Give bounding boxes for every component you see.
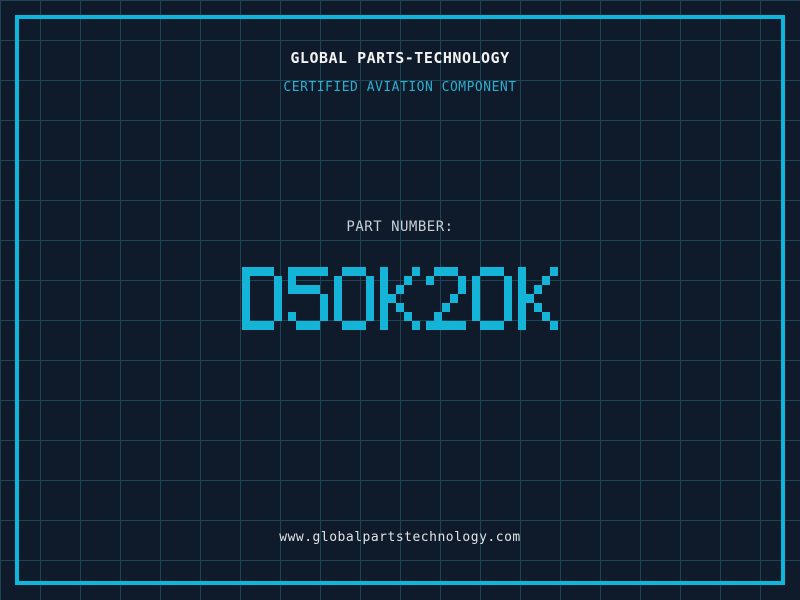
part-number-char	[242, 267, 282, 330]
part-number-label: PART NUMBER:	[346, 219, 454, 235]
part-number-char	[472, 267, 512, 330]
certification-subtitle: CERTIFIED AVIATION COMPONENT	[283, 80, 517, 95]
website-url: www.globalpartstechnology.com	[279, 530, 521, 545]
part-number-char	[288, 267, 328, 330]
part-number-char	[426, 267, 466, 330]
blueprint-card: GLOBAL PARTS-TECHNOLOGY CERTIFIED AVIATI…	[0, 0, 800, 600]
part-number-char	[518, 267, 558, 330]
part-number-char	[334, 267, 374, 330]
company-name: GLOBAL PARTS-TECHNOLOGY	[290, 49, 510, 67]
part-number-char	[380, 267, 420, 330]
part-number-value	[0, 267, 800, 330]
